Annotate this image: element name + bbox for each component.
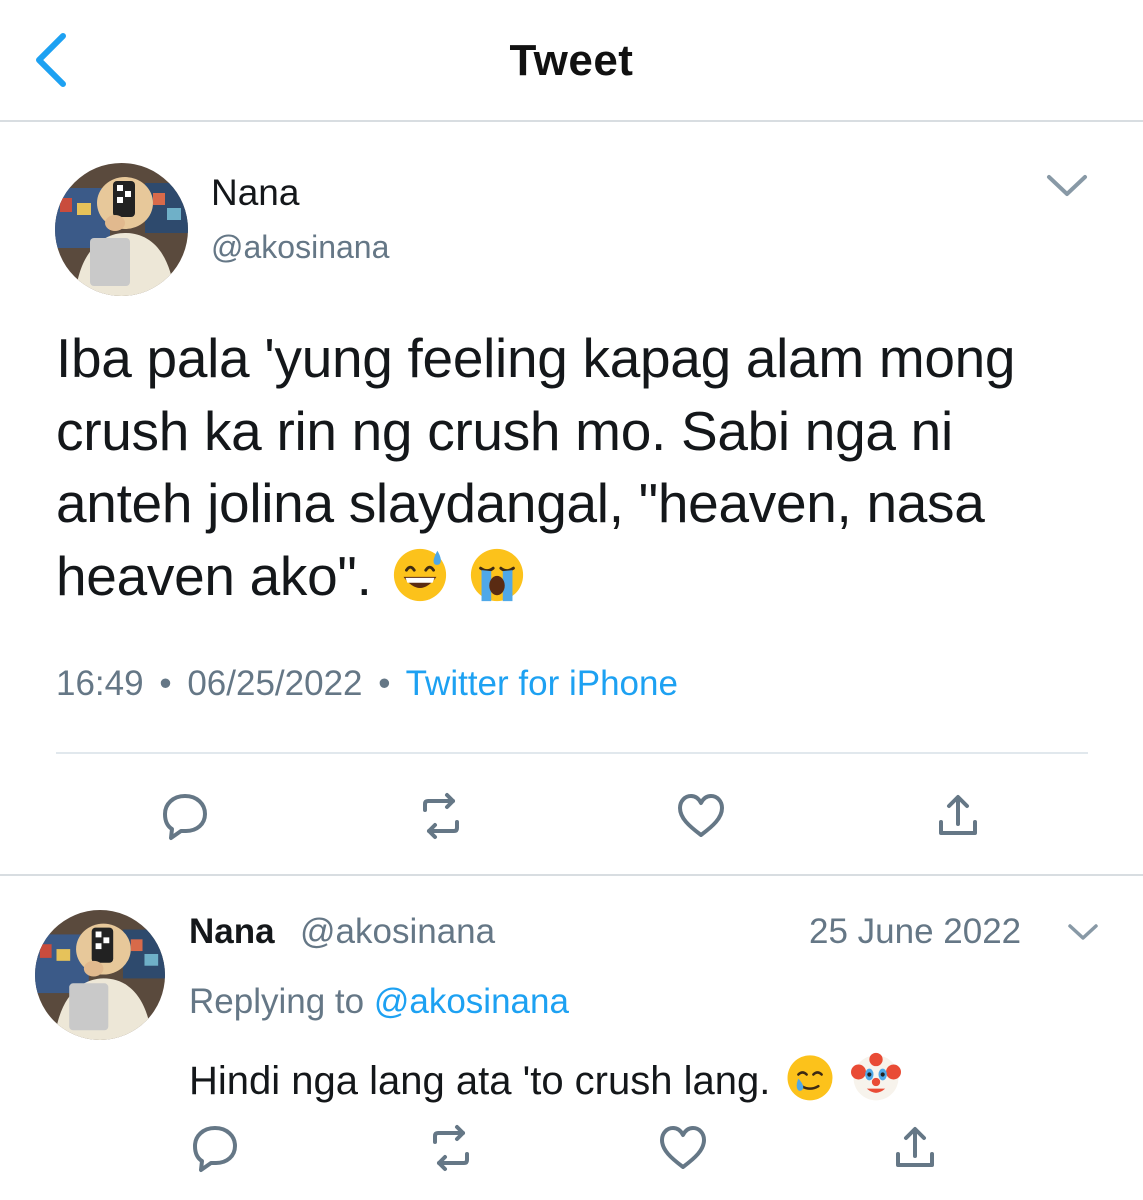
divider	[0, 874, 1143, 876]
author-name[interactable]: Nana	[211, 172, 299, 214]
top-navigation-bar: Tweet	[0, 0, 1143, 122]
reply-icon[interactable]	[159, 790, 211, 842]
retweet-icon[interactable]	[415, 790, 467, 842]
reply-author-name[interactable]: Nana	[189, 912, 275, 952]
reply-date: 25 June 2022	[809, 912, 1022, 951]
replying-label: Replying to	[189, 982, 365, 1021]
loudly-crying-emoji	[468, 545, 526, 603]
retweet-icon[interactable]	[425, 1122, 477, 1174]
like-icon[interactable]	[675, 790, 727, 842]
divider	[56, 752, 1088, 754]
chevron-down-icon[interactable]	[1066, 918, 1100, 946]
reply-text: Hindi nga lang ata 'to crush lang.	[189, 1052, 901, 1104]
share-icon[interactable]	[932, 790, 984, 842]
profile-photo	[55, 163, 188, 296]
smiling-with-tear-emoji	[785, 1052, 835, 1102]
tweet-text: Iba pala 'yung feeling kapag alam mong c…	[56, 322, 1096, 612]
meta-separator: •	[159, 664, 172, 703]
avatar[interactable]	[35, 910, 165, 1040]
tweet-metadata: 16:49 • 06/25/2022 • Twitter for iPhone	[56, 664, 678, 704]
tweet-body: Iba pala 'yung feeling kapag alam mong c…	[56, 327, 1016, 607]
reply-author-handle[interactable]: @akosinana	[300, 912, 495, 952]
avatar[interactable]	[55, 163, 188, 296]
page-title: Tweet	[509, 36, 634, 85]
tweet-date: 06/25/2022	[187, 664, 363, 703]
share-icon[interactable]	[889, 1122, 941, 1174]
clown-face-emoji	[850, 1052, 901, 1102]
reply-icon[interactable]	[189, 1122, 241, 1174]
like-icon[interactable]	[657, 1122, 709, 1174]
grinning-sweat-emoji	[391, 545, 449, 603]
author-handle[interactable]: @akosinana	[211, 229, 389, 266]
tweet-source-link[interactable]: Twitter for iPhone	[406, 664, 678, 703]
profile-photo	[35, 910, 165, 1040]
tweet-time: 16:49	[56, 664, 144, 703]
chevron-down-icon[interactable]	[1044, 168, 1090, 202]
meta-separator: •	[378, 664, 391, 703]
reply-body: Hindi nga lang ata 'to crush lang.	[189, 1059, 771, 1103]
replying-to-line: Replying to @akosinana	[189, 982, 569, 1022]
replying-to-mention[interactable]: @akosinana	[374, 982, 569, 1021]
